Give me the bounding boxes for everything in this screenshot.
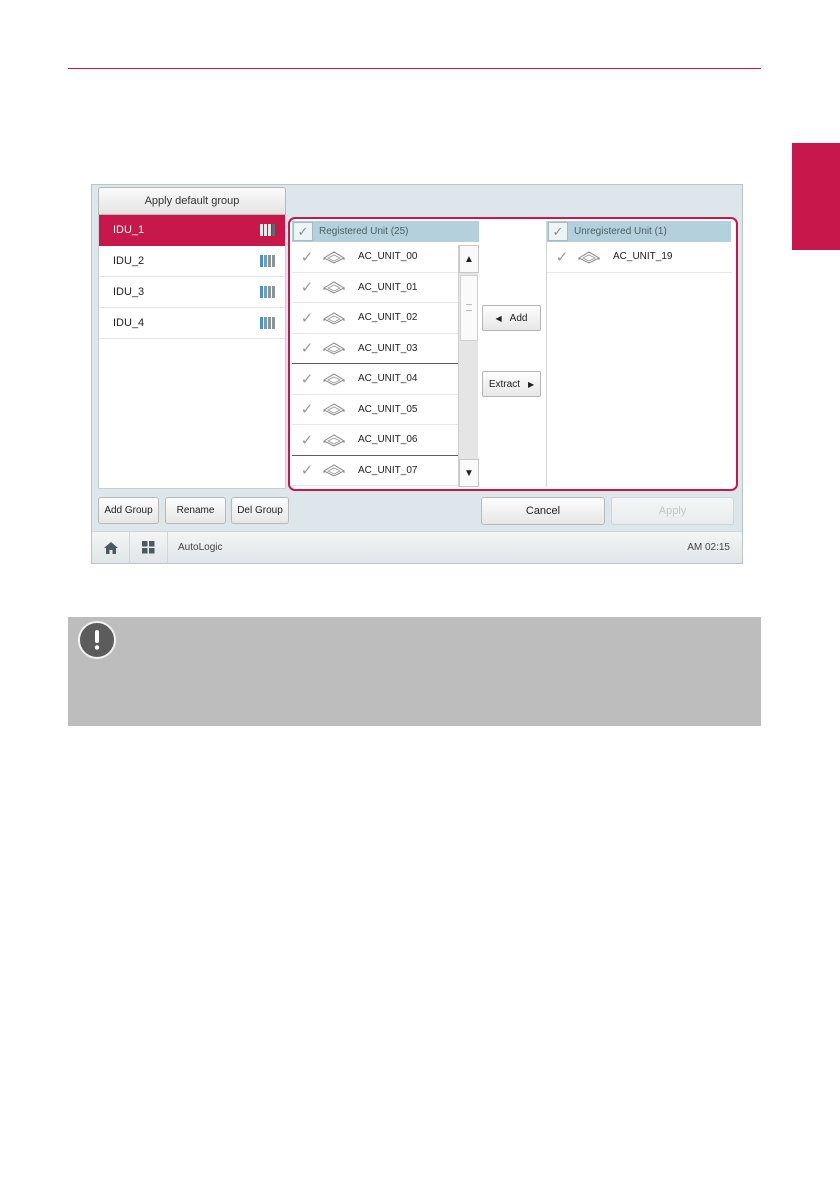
extract-button[interactable]: Extract ▶	[482, 371, 541, 397]
note-box	[68, 617, 761, 726]
select-all-unregistered-checkbox[interactable]: ✓	[548, 222, 568, 241]
group-name: IDU_3	[113, 286, 145, 298]
scroll-down-arrow-icon[interactable]: ▼	[459, 459, 479, 487]
grid-menu-icon[interactable]	[130, 531, 168, 564]
ceiling-cassette-icon	[322, 251, 346, 264]
rename-button[interactable]: Rename	[165, 497, 226, 524]
delete-group-button[interactable]: Del Group	[231, 497, 289, 524]
registered-unit-title: Registered Unit (25)	[319, 226, 409, 237]
registered-unit-row[interactable]: ✓ AC_UNIT_01	[292, 273, 458, 303]
ceiling-cassette-icon	[322, 403, 346, 416]
scroll-thumb[interactable]	[460, 275, 478, 341]
app-name: AutoLogic	[178, 542, 223, 553]
check-icon[interactable]: ✓	[300, 370, 314, 388]
clock: AM 02:15	[687, 542, 730, 553]
group-row-idu-1[interactable]: IDU_1	[99, 215, 285, 246]
apply-button[interactable]: Apply	[611, 497, 734, 525]
left-triangle-icon: ◀	[495, 313, 502, 323]
ceiling-cassette-icon	[322, 342, 346, 355]
scroll-up-arrow-icon[interactable]: ▲	[459, 245, 479, 273]
group-row-idu-2[interactable]: IDU_2	[99, 246, 285, 277]
cancel-button[interactable]: Cancel	[481, 497, 605, 525]
unit-name: AC_UNIT_02	[358, 312, 418, 324]
unit-name: AC_UNIT_03	[358, 342, 418, 354]
signal-bars-icon	[260, 224, 275, 236]
unregistered-unit-column: ✓ Unregistered Unit (1) ✓ AC_UNIT_19	[546, 221, 732, 487]
select-all-registered-checkbox[interactable]: ✓	[293, 222, 313, 241]
registered-unit-row[interactable]: ✓ AC_UNIT_02	[292, 303, 458, 334]
add-button[interactable]: ◀ Add	[482, 305, 541, 331]
unit-name: AC_UNIT_04	[358, 373, 418, 385]
ceiling-cassette-icon	[577, 251, 601, 264]
registered-unit-row[interactable]: ✓ AC_UNIT_07	[292, 456, 458, 486]
group-name: IDU_4	[113, 317, 145, 329]
check-icon[interactable]: ✓	[300, 278, 314, 296]
check-icon[interactable]: ✓	[300, 339, 314, 357]
group-row-idu-3[interactable]: IDU_3	[99, 277, 285, 308]
group-name: IDU_1	[113, 224, 145, 236]
status-bar: AutoLogic AM 02:15	[92, 531, 742, 564]
check-icon[interactable]: ✓	[300, 431, 314, 449]
registered-unit-row[interactable]: ✓ AC_UNIT_04	[292, 364, 458, 395]
ceiling-cassette-icon	[322, 434, 346, 447]
signal-bars-icon	[260, 255, 275, 267]
signal-bars-icon	[260, 317, 275, 329]
group-row-idu-4[interactable]: IDU_4	[99, 308, 285, 339]
registered-unit-column: ✓ Registered Unit (25) ✓ AC_UNIT_00 ✓ AC…	[292, 221, 479, 487]
app-screen: Apply default group IDU_1 IDU_2 IDU_3 ID…	[91, 184, 743, 564]
unit-name: AC_UNIT_05	[358, 403, 418, 415]
add-group-button[interactable]: Add Group	[98, 497, 159, 524]
unit-name: AC_UNIT_01	[358, 281, 418, 293]
ceiling-cassette-icon	[322, 373, 346, 386]
unit-name: AC_UNIT_19	[613, 251, 673, 263]
ceiling-cassette-icon	[322, 312, 346, 325]
registered-unit-list: ✓ AC_UNIT_00 ✓ AC_UNIT_01 ✓ AC_UNIT_02 ✓…	[292, 242, 458, 487]
registered-unit-row[interactable]: ✓ AC_UNIT_03	[292, 334, 458, 364]
check-icon[interactable]: ✓	[555, 248, 569, 266]
check-icon[interactable]: ✓	[300, 400, 314, 418]
check-icon[interactable]: ✓	[300, 248, 314, 266]
ceiling-cassette-icon	[322, 464, 346, 477]
unregistered-unit-header: ✓ Unregistered Unit (1)	[547, 221, 731, 242]
signal-bars-icon	[260, 286, 275, 298]
group-list: IDU_1 IDU_2 IDU_3 IDU_4	[98, 215, 286, 489]
ceiling-cassette-icon	[322, 281, 346, 294]
registered-unit-header: ✓ Registered Unit (25)	[292, 221, 479, 242]
check-icon[interactable]: ✓	[300, 461, 314, 479]
registered-list-scrollbar[interactable]: ▲ ▼	[458, 245, 479, 487]
unregistered-unit-row[interactable]: ✓ AC_UNIT_19	[547, 242, 732, 273]
manual-page: Apply default group IDU_1 IDU_2 IDU_3 ID…	[0, 0, 840, 1192]
unit-name: AC_UNIT_06	[358, 434, 418, 446]
extract-button-label: Extract	[488, 378, 520, 390]
check-icon[interactable]: ✓	[300, 309, 314, 327]
unregistered-unit-title: Unregistered Unit (1)	[574, 226, 667, 237]
unregistered-unit-list: ✓ AC_UNIT_19	[547, 242, 732, 273]
registered-unit-row[interactable]: ✓ AC_UNIT_00	[292, 242, 458, 273]
side-chapter-tab	[792, 143, 840, 250]
unit-assignment-panel: ✓ Registered Unit (25) ✓ AC_UNIT_00 ✓ AC…	[288, 217, 738, 491]
registered-unit-row[interactable]: ✓ AC_UNIT_05	[292, 395, 458, 425]
unit-name: AC_UNIT_00	[358, 251, 418, 263]
group-name: IDU_2	[113, 255, 145, 267]
right-triangle-icon: ▶	[527, 379, 535, 389]
add-button-label: Add	[509, 312, 528, 324]
apply-default-group-button[interactable]: Apply default group	[98, 187, 286, 215]
exclamation-icon	[78, 621, 116, 659]
header-rule	[68, 68, 761, 69]
registered-unit-row[interactable]: ✓ AC_UNIT_06	[292, 425, 458, 456]
home-icon[interactable]	[92, 531, 130, 564]
unit-name: AC_UNIT_07	[358, 464, 418, 476]
